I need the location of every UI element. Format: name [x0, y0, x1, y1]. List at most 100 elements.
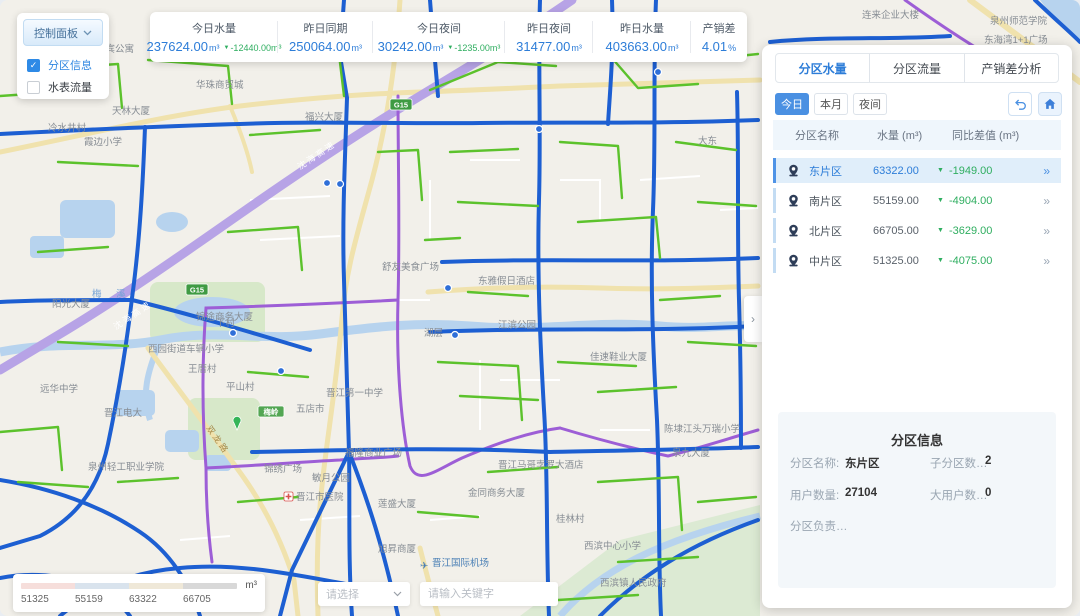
- down-triangle-icon: ▼: [937, 227, 944, 234]
- map-label: 五店市: [296, 403, 325, 415]
- zone-expand-chevron[interactable]: »: [1043, 194, 1049, 208]
- stat-unit: %: [728, 43, 736, 53]
- home-icon: [1043, 97, 1057, 111]
- legend-swatch: [21, 583, 75, 589]
- map-legend: m³ 51325551596332266705: [13, 574, 265, 612]
- stat-value: 250064.00: [289, 39, 350, 54]
- info-label: 分区负责…: [790, 518, 848, 534]
- stat-label: 产销差: [703, 20, 736, 36]
- row-accent: [773, 248, 776, 273]
- select-placeholder: 请选择: [326, 586, 393, 602]
- legend-label: 55159: [75, 594, 129, 605]
- chevron-down-icon: [83, 30, 92, 36]
- map-label: 阳光大厦: [52, 298, 91, 310]
- stat-unit: m³: [668, 43, 679, 53]
- map-label: 晋江马哥孛罗大酒店: [498, 459, 584, 471]
- stat-block: 昨日夜间 31477.00m³: [505, 12, 593, 62]
- stat-unit: m³: [209, 43, 220, 53]
- legend-swatch: [183, 583, 237, 589]
- layer-checkbox-zone-info[interactable]: ✓ 分区信息: [27, 57, 92, 73]
- zone-value: 51325.00: [873, 255, 937, 267]
- map-label: 梅 溪: [92, 288, 132, 300]
- stat-value: 237624.00: [147, 39, 208, 54]
- down-triangle-icon: ▼: [937, 167, 944, 174]
- map-label: 陈埭江头万瑞小学: [664, 423, 740, 435]
- zone-pin-icon: [787, 164, 800, 177]
- tab-nrw-analysis[interactable]: 产销差分析: [964, 54, 1058, 82]
- map-label: 福隆商业广场: [345, 447, 402, 459]
- control-panel-toggle[interactable]: 控制面板: [23, 19, 103, 46]
- map-label: 王厝村: [188, 363, 217, 375]
- map-label: 泉九大厦: [672, 447, 711, 459]
- col-header-zone-name: 分区名称: [773, 127, 877, 143]
- road-badge: G15: [190, 286, 204, 295]
- legend-swatch: [75, 583, 129, 589]
- info-value: 27104: [845, 487, 877, 499]
- map-label: 华珠商贸城: [196, 79, 244, 91]
- legend-label: 66705: [183, 594, 237, 605]
- layer-checkbox-meter-flow[interactable]: 水表流量: [27, 79, 92, 95]
- info-value: 0: [985, 487, 991, 499]
- map-label: 敏月公园: [312, 472, 350, 484]
- info-label: 分区名称:: [790, 455, 839, 471]
- table-header: 分区名称 水量 (m³) 同比差值 (m³): [773, 120, 1061, 150]
- checkbox-checked-icon[interactable]: ✓: [27, 59, 40, 72]
- region-select[interactable]: 请选择: [318, 582, 410, 606]
- col-header-volume: 水量 (m³): [877, 127, 952, 143]
- stat-label: 今日水量: [192, 20, 236, 36]
- undo-button[interactable]: [1008, 92, 1032, 116]
- zone-table: 东片区 63322.00 ▼ -1949.00 » 南片区 55159.00 ▼…: [773, 158, 1061, 278]
- filter-today[interactable]: 今日: [775, 93, 809, 115]
- zone-name: 南片区: [809, 193, 873, 209]
- panel-collapse-handle[interactable]: ›: [744, 296, 762, 342]
- map-label: 晋江电大: [104, 407, 143, 419]
- stat-block: 昨日同期 250064.00m³: [278, 12, 373, 62]
- map-label: 平山村: [226, 381, 255, 393]
- map-label: 霞边小学: [84, 136, 122, 148]
- zone-delta: -1949.00: [949, 165, 992, 177]
- zone-expand-chevron[interactable]: »: [1043, 254, 1049, 268]
- filter-month[interactable]: 本月: [814, 93, 848, 115]
- stat-label: 昨日水量: [620, 20, 664, 36]
- zone-info-card: 分区信息 分区名称: 东片区 子分区数… 2 用户数量: 27104 大用户数……: [778, 412, 1056, 588]
- road-badge: G15: [394, 101, 408, 110]
- down-triangle-icon: ▼: [223, 45, 229, 51]
- layer-label: 分区信息: [48, 57, 92, 73]
- zone-row[interactable]: 南片区 55159.00 ▼ -4904.00 »: [773, 188, 1061, 213]
- panel-tabs: 分区水量 分区流量 产销差分析: [775, 53, 1059, 83]
- stat-value: 31477.00: [516, 39, 570, 54]
- down-triangle-icon: ▼: [447, 45, 453, 51]
- info-label: 子分区数…: [930, 455, 988, 471]
- stat-value: 30242.00: [378, 39, 432, 54]
- zone-pin-icon: [787, 254, 800, 267]
- keyword-input[interactable]: [420, 582, 558, 606]
- zone-expand-chevron[interactable]: »: [1043, 164, 1049, 178]
- stats-bar: 今日水量 237624.00m³ ▼-12440.00m³ 昨日同期 25006…: [150, 12, 747, 62]
- tab-zone-flow[interactable]: 分区流量: [869, 54, 963, 82]
- map-label: 大东: [698, 135, 717, 147]
- zone-row[interactable]: 中片区 51325.00 ▼ -4075.00 »: [773, 248, 1061, 273]
- stat-block: 产销差 4.01%: [691, 12, 747, 62]
- zone-expand-chevron[interactable]: »: [1043, 224, 1049, 238]
- map-label: 桂林村: [556, 513, 585, 525]
- stat-label: 今日夜间: [417, 20, 461, 36]
- filter-night[interactable]: 夜间: [853, 93, 887, 115]
- stat-unit: m³: [433, 43, 444, 53]
- map-label: 冷水井村: [48, 122, 87, 134]
- stat-block: 今日夜间 30242.00m³ ▼-1235.00m³: [373, 12, 505, 62]
- zone-row[interactable]: 东片区 63322.00 ▼ -1949.00 »: [773, 158, 1061, 183]
- map-label: 福兴大厦: [305, 111, 344, 123]
- time-filter-row: 今日 本月 夜间: [775, 92, 1062, 116]
- home-button[interactable]: [1038, 92, 1062, 116]
- zone-delta: -3629.00: [949, 225, 992, 237]
- zone-value: 66705.00: [873, 225, 937, 237]
- map-label: 西滨中心小学: [584, 540, 641, 552]
- map-label: 晋江第一中学: [326, 387, 383, 399]
- tab-zone-water[interactable]: 分区水量: [776, 54, 869, 82]
- zone-name: 东片区: [809, 163, 873, 179]
- map-label: 晋江国际机场: [432, 557, 489, 569]
- legend-label: 63322: [129, 594, 183, 605]
- zone-row[interactable]: 北片区 66705.00 ▼ -3629.00 »: [773, 218, 1061, 243]
- legend-unit: m³: [241, 580, 257, 591]
- checkbox-unchecked-icon[interactable]: [27, 81, 40, 94]
